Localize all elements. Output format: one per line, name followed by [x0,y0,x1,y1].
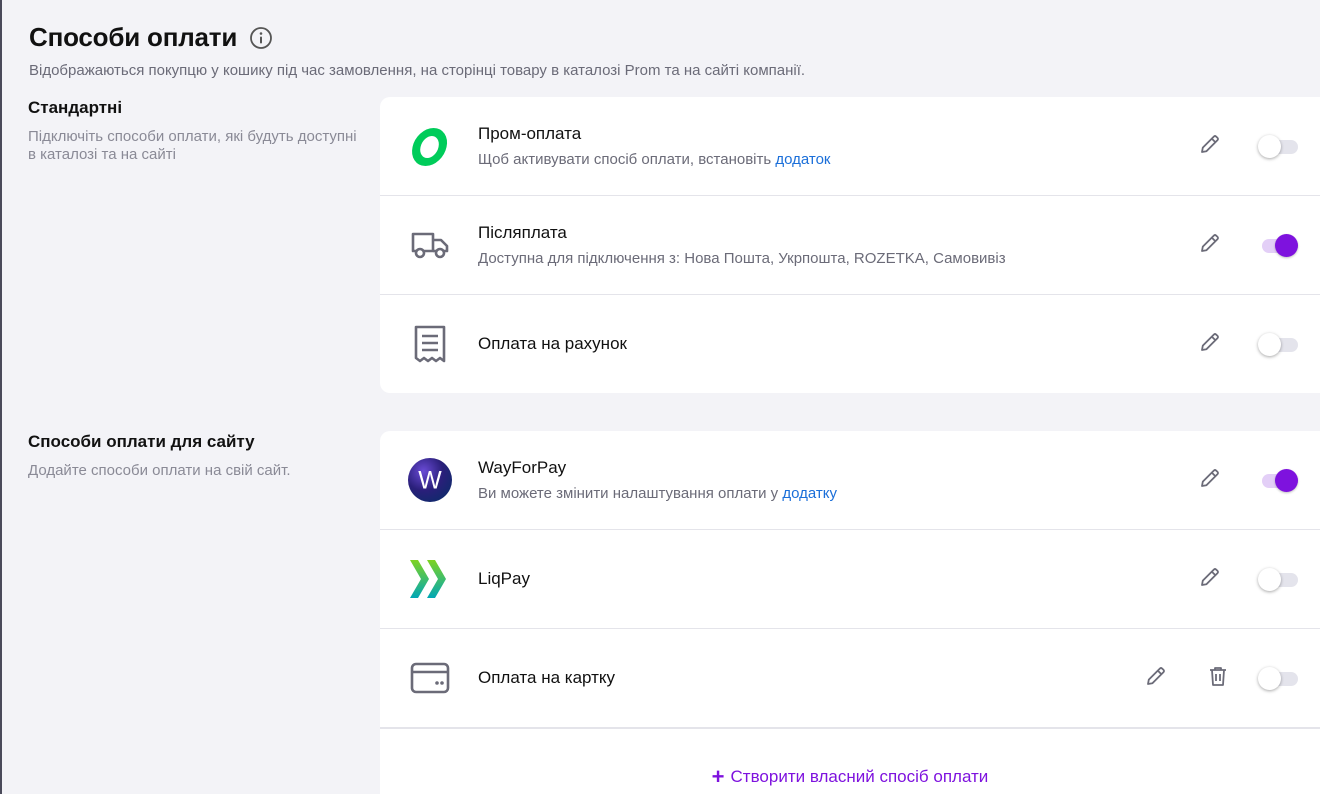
edit-button[interactable] [1197,331,1223,357]
enable-toggle[interactable] [1258,233,1298,257]
payment-name: LiqPay [478,569,530,588]
pencil-icon [1198,132,1222,161]
enable-toggle[interactable] [1258,567,1298,591]
page-title: Способи оплати [29,22,238,52]
card-icon [408,656,452,700]
standard-section-label: Стандартні Підключіть способи оплати, як… [28,98,358,164]
payment-name: Оплата на рахунок [478,334,627,353]
payment-row-cod: Післяплата Доступна для підключення з: Н… [380,196,1320,295]
payment-name: Пром-оплата [478,124,582,143]
pencil-icon [1144,664,1168,693]
page-subtitle: Відображаються покупцю у кошику під час … [29,62,806,79]
create-label: Створити власний спосіб оплати [730,766,989,786]
prom-logo-icon [408,124,452,168]
create-payment-row: + Створити власний спосіб оплати [380,728,1320,794]
pencil-icon [1198,565,1222,594]
enable-toggle[interactable] [1258,666,1298,690]
info-icon[interactable] [249,26,273,50]
payment-row-invoice: Оплата на рахунок [380,295,1320,393]
edit-button[interactable] [1197,566,1223,592]
svg-text:W: W [418,467,442,495]
plus-icon: + [711,763,725,789]
payment-description: Доступна для підключення з: Нова Пошта, … [478,250,1006,267]
receipt-icon [408,322,452,366]
delete-button[interactable] [1205,665,1231,691]
edit-button[interactable] [1143,665,1169,691]
payment-row-wayforpay: W WayForPay Ви можете змінити налаштуван… [380,431,1320,530]
enable-toggle[interactable] [1258,134,1298,158]
payment-row-card: Оплата на картку [380,629,1320,728]
payment-description: Щоб активувати спосіб оплати, встановіть… [478,151,831,168]
enable-toggle[interactable] [1258,332,1298,356]
payment-name: Оплата на картку [478,668,616,687]
pencil-icon [1198,231,1222,260]
pencil-icon [1198,466,1222,495]
create-custom-payment-button[interactable]: + Створити власний спосіб оплати [711,763,989,789]
payment-name: WayForPay [478,458,567,477]
window-edge [0,0,2,794]
enable-toggle[interactable] [1258,468,1298,492]
page-header: Способи оплати Відображаються покупцю у … [29,22,805,79]
edit-button[interactable] [1197,467,1223,493]
section-description: Підключіть способи оплати, які будуть до… [28,128,357,163]
truck-icon [408,223,452,267]
app-settings-link[interactable]: додатку [782,485,837,502]
standard-payments-card: Пром-оплата Щоб активувати спосіб оплати… [380,97,1320,393]
liqpay-logo-icon [408,557,452,601]
payment-row-liqpay: LiqPay [380,530,1320,629]
section-title: Стандартні [28,98,123,117]
edit-button[interactable] [1197,232,1223,258]
site-payments-card: W WayForPay Ви можете змінити налаштуван… [380,431,1320,794]
edit-button[interactable] [1197,133,1223,159]
site-section-label: Способи оплати для сайту Додайте способи… [28,432,358,480]
pencil-icon [1198,330,1222,359]
payment-row-prom: Пром-оплата Щоб активувати спосіб оплати… [380,97,1320,196]
trash-icon [1207,665,1229,692]
payment-description: Ви можете змінити налаштування оплати у … [478,485,837,502]
install-app-link[interactable]: додаток [775,151,830,168]
section-title: Способи оплати для сайту [28,432,255,451]
section-description: Додайте способи оплати на свій сайт. [28,462,291,479]
payment-name: Післяплата [478,223,567,242]
wayforpay-logo-icon: W [408,458,452,502]
